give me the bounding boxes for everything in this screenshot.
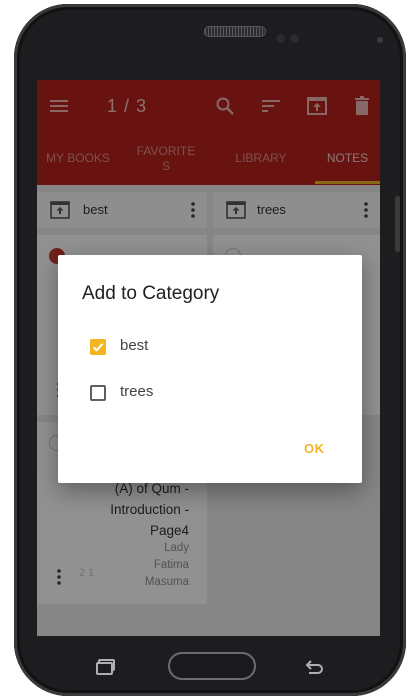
add-to-category-dialog: Add to Category best trees OK xyxy=(58,255,362,483)
dialog-title: Add to Category xyxy=(82,283,220,304)
app-screen: 1 / 3 MY BOOKS FAVORITE S LIBRARY NOTES … xyxy=(37,80,380,636)
checkmark-icon xyxy=(92,343,104,352)
option-label: best xyxy=(120,337,149,354)
checkbox-checked[interactable] xyxy=(90,339,106,355)
light-sensor xyxy=(377,37,383,43)
speaker-grille xyxy=(204,26,266,37)
option-label: trees xyxy=(120,383,154,400)
checkbox-unchecked[interactable] xyxy=(90,385,106,401)
front-camera xyxy=(276,34,285,43)
home-button[interactable] xyxy=(168,652,256,680)
side-button[interactable] xyxy=(395,196,400,252)
ok-button[interactable]: OK xyxy=(304,441,325,456)
proximity-sensor xyxy=(290,34,299,43)
back-icon[interactable] xyxy=(303,659,325,675)
recent-apps-icon[interactable] xyxy=(96,659,116,675)
